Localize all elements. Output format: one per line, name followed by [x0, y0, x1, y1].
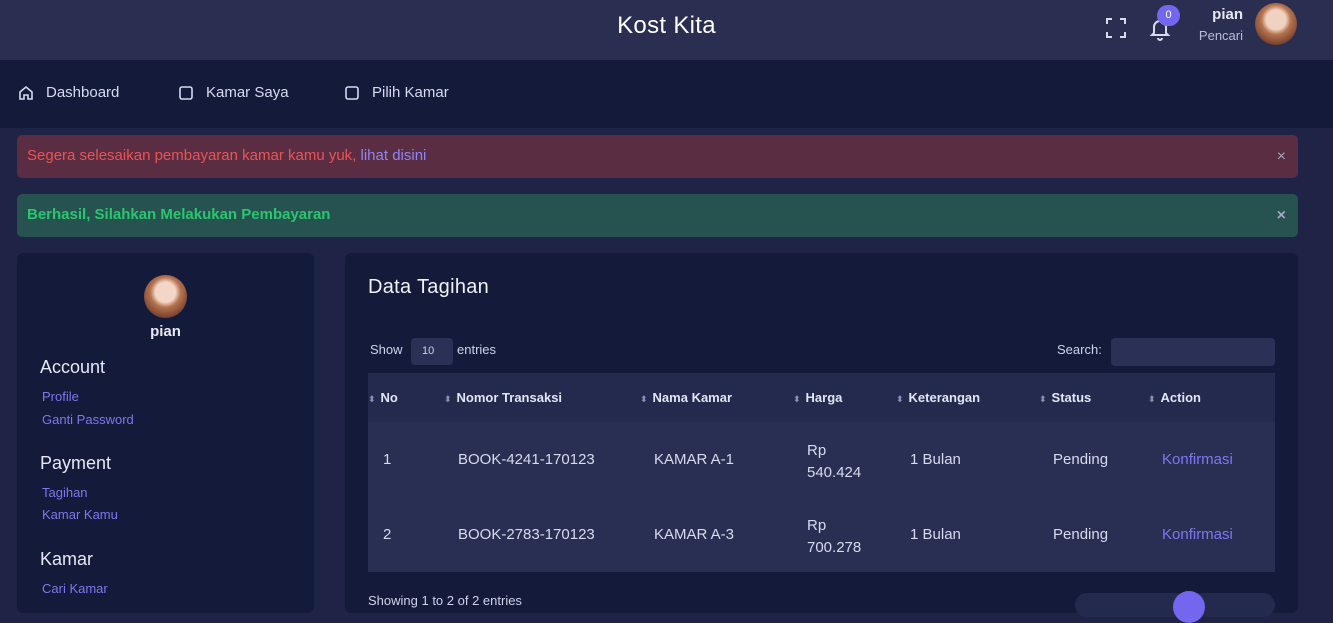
- sidebar-heading-kamar: Kamar: [40, 549, 94, 569]
- close-icon[interactable]: ×: [1277, 207, 1286, 225]
- search-input[interactable]: [1111, 338, 1275, 366]
- cell-status: Pending: [1053, 526, 1109, 543]
- column-label: Nama Kamar: [652, 390, 733, 405]
- column-label: Harga: [805, 390, 843, 405]
- sort-icon: ⬍: [368, 394, 376, 404]
- user-name[interactable]: pian: [1212, 6, 1243, 23]
- sort-icon: ⬍: [896, 394, 904, 404]
- column-label: No: [380, 390, 398, 405]
- sort-icon: ⬍: [793, 394, 801, 404]
- square-icon: [345, 85, 359, 100]
- nav-item-pilih-kamar[interactable]: Pilih Kamar: [344, 84, 449, 101]
- sort-icon: ⬍: [1148, 394, 1156, 404]
- sidebar-link-cari-kamar[interactable]: Cari Kamar: [42, 581, 108, 596]
- column-label: Nomor Transaksi: [456, 390, 563, 405]
- sidebar-link-tagihan[interactable]: Tagihan: [42, 485, 88, 500]
- cell-keterangan: 1 Bulan: [910, 451, 961, 468]
- column-header-nomor-transaksi[interactable]: ⬍ Nomor Transaksi: [444, 390, 562, 405]
- nav-item-label: Pilih Kamar: [372, 84, 449, 101]
- cell-harga: Rp 540.424: [807, 440, 861, 484]
- column-header-harga[interactable]: ⬍ Harga: [793, 390, 842, 405]
- main-nav: Dashboard Kamar Saya Pilih Kamar: [0, 60, 1333, 128]
- home-icon: [19, 85, 33, 100]
- sidebar-link-kamar-kamu[interactable]: Kamar Kamu: [42, 507, 118, 522]
- cell-no: 2: [383, 526, 392, 543]
- pagination-active-page[interactable]: [1173, 591, 1205, 623]
- column-header-action[interactable]: ⬍ Action: [1148, 390, 1201, 405]
- sort-icon: ⬍: [640, 394, 648, 404]
- sidebar-link-profile[interactable]: Profile: [42, 389, 79, 404]
- cell-no: 1: [383, 451, 392, 468]
- brand-title: Kost Kita: [617, 12, 716, 39]
- pagination[interactable]: [1075, 591, 1275, 623]
- column-header-no[interactable]: ⬍ No: [368, 390, 398, 405]
- cell-harga: Rp 700.278: [807, 515, 861, 559]
- notification-badge: 0: [1157, 5, 1180, 26]
- user-role: Pencari: [1198, 28, 1243, 43]
- sidebar: pian Account Profile Ganti Password Paym…: [17, 253, 314, 613]
- alert-text: Segera selesaikan pembayaran kamar kamu …: [27, 147, 357, 164]
- success-alert: Berhasil, Silahkan Melakukan Pembayaran …: [17, 194, 1298, 237]
- entries-select[interactable]: 10: [411, 338, 453, 365]
- column-header-keterangan[interactable]: ⬍ Keterangan: [896, 390, 980, 405]
- sidebar-heading-payment: Payment: [40, 453, 112, 473]
- avatar[interactable]: [1255, 3, 1297, 45]
- price-currency: Rp: [807, 517, 827, 534]
- cell-nama-kamar: KAMAR A-1: [654, 451, 735, 468]
- alert-link[interactable]: lihat disini: [361, 147, 427, 164]
- price-amount: 700.278: [807, 539, 862, 556]
- column-label: Action: [1160, 390, 1201, 405]
- cell-nomor-transaksi: BOOK-4241-170123: [458, 451, 595, 468]
- konfirmasi-link[interactable]: Konfirmasi: [1162, 451, 1233, 468]
- column-label: Keterangan: [908, 390, 981, 405]
- billing-card: Data Tagihan Show 10 entries Search: ⬍ No…: [345, 253, 1298, 623]
- nav-item-dashboard[interactable]: Dashboard: [18, 84, 119, 101]
- cell-status: Pending: [1053, 451, 1109, 468]
- nav-item-label: Kamar Saya: [206, 84, 289, 101]
- search-label: Search:: [1057, 342, 1102, 357]
- sidebar-heading-account: Account: [40, 357, 106, 377]
- sort-icon: ⬍: [1039, 394, 1047, 404]
- price-amount: 540.424: [807, 464, 862, 481]
- cell-keterangan: 1 Bulan: [910, 526, 961, 543]
- price-currency: Rp: [807, 442, 827, 459]
- card-title: Data Tagihan: [368, 276, 490, 298]
- column-header-nama-kamar[interactable]: ⬍ Nama Kamar: [640, 390, 732, 405]
- square-icon: [179, 85, 193, 100]
- cell-nama-kamar: KAMAR A-3: [654, 526, 735, 543]
- table-row: 1 BOOK-4241-170123 KAMAR A-1 Rp 540.424 …: [368, 422, 1275, 497]
- table-row: 2 BOOK-2783-170123 KAMAR A-3 Rp 700.278 …: [368, 497, 1275, 572]
- close-icon[interactable]: ×: [1277, 148, 1286, 166]
- konfirmasi-link[interactable]: Konfirmasi: [1162, 526, 1233, 543]
- column-header-status[interactable]: ⬍ Status: [1039, 390, 1091, 405]
- fullscreen-icon[interactable]: [1104, 16, 1128, 40]
- show-label: Show: [370, 342, 403, 357]
- table-header: ⬍ No ⬍ Nomor Transaksi ⬍ Nama Kamar ⬍ Harga …: [368, 373, 1275, 422]
- column-label: Status: [1051, 390, 1092, 405]
- sidebar-user-name: pian: [150, 323, 181, 340]
- avatar: [144, 275, 187, 318]
- alert-text: Berhasil, Silahkan Melakukan Pembayaran: [27, 206, 331, 223]
- nav-item-label: Dashboard: [46, 84, 120, 101]
- top-bar: Kost Kita 0 pian Pencari: [0, 0, 1333, 60]
- entries-label: entries: [457, 342, 497, 357]
- payment-warning-alert: Segera selesaikan pembayaran kamar kamu …: [17, 135, 1298, 178]
- sidebar-link-ganti-password[interactable]: Ganti Password: [42, 412, 134, 427]
- nav-item-kamar-saya[interactable]: Kamar Saya: [178, 84, 289, 101]
- cell-nomor-transaksi: BOOK-2783-170123: [458, 526, 595, 543]
- sort-icon: ⬍: [444, 394, 452, 404]
